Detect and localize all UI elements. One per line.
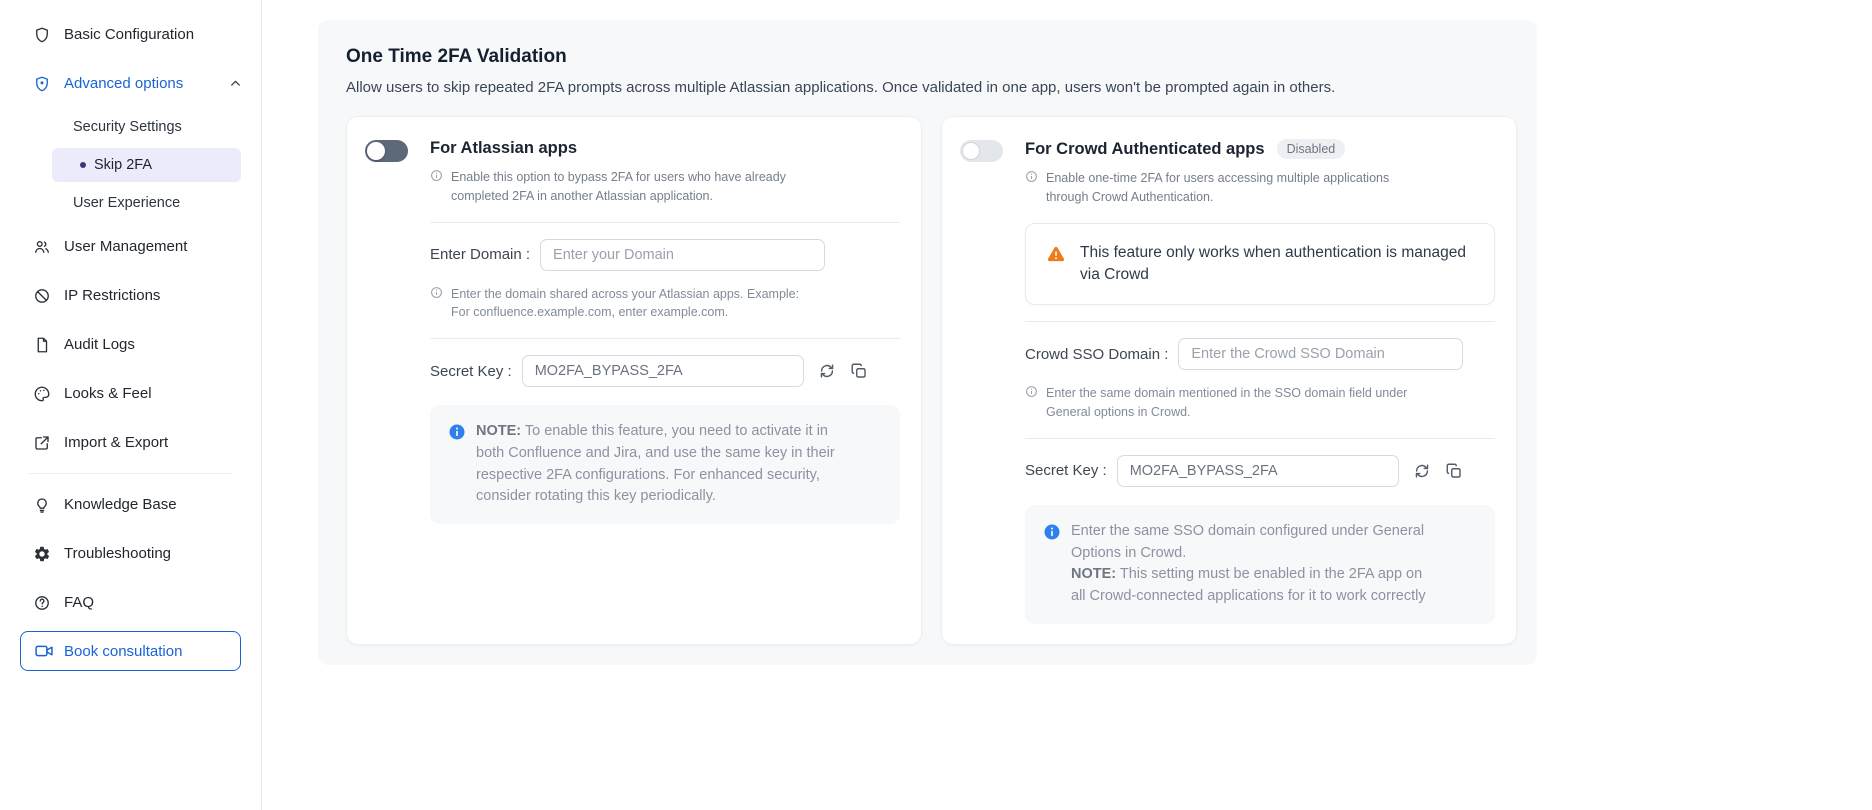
sidebar-item-label: IP Restrictions: [64, 287, 161, 304]
sidebar-item-basic-configuration[interactable]: Basic Configuration: [0, 10, 261, 59]
divider: [430, 338, 900, 339]
sidebar-item-label: Basic Configuration: [64, 26, 195, 43]
sidebar-item-label: User Management: [64, 238, 188, 255]
domain-input[interactable]: [540, 238, 826, 271]
copy-icon[interactable]: [850, 362, 868, 380]
sidebar-item-label: Import & Export: [64, 434, 169, 451]
sidebar-item-troubleshooting[interactable]: Troubleshooting: [0, 529, 261, 578]
toggle-knob: [962, 142, 980, 160]
disabled-badge: Disabled: [1276, 139, 1346, 159]
sidebar-item-label: Looks & Feel: [64, 385, 152, 402]
sidebar-divider: [28, 473, 233, 474]
divider: [430, 221, 900, 223]
ban-icon: [33, 287, 51, 305]
question-circle-icon: [33, 594, 51, 612]
crowd-secret-key-input[interactable]: [1116, 454, 1399, 487]
sidebar-item-label: Knowledge Base: [64, 496, 177, 513]
crowd-card-description: Enable one-time 2FA for users accessing …: [1025, 169, 1495, 207]
sidebar-item-advanced-options[interactable]: Advanced options: [0, 59, 261, 108]
refresh-icon[interactable]: [818, 362, 836, 380]
info-outline-icon: [430, 169, 443, 206]
sidebar-item-label: Audit Logs: [64, 336, 135, 353]
book-consultation-label: Book consultation: [64, 642, 183, 660]
crowd-sso-domain-row: Crowd SSO Domain :: [1025, 338, 1495, 371]
crowd-card-title: For Crowd Authenticated apps Disabled: [1025, 137, 1495, 159]
sidebar-item-skip-2fa[interactable]: Skip 2FA: [52, 148, 241, 182]
atlassian-apps-toggle[interactable]: [365, 140, 408, 162]
info-outline-icon: [430, 286, 443, 323]
atlassian-note-text: NOTE: To enable this feature, you need t…: [476, 423, 835, 505]
toggle-knob: [367, 142, 385, 160]
atlassian-card-body: For Atlassian apps Enable this option to…: [430, 137, 900, 624]
shield-dot-icon: [33, 75, 51, 93]
book-consultation-button[interactable]: Book consultation: [20, 631, 241, 671]
crowd-card-body: For Crowd Authenticated apps Disabled En…: [1025, 137, 1495, 624]
sidebar-item-ip-restrictions[interactable]: IP Restrictions: [0, 271, 261, 320]
sidebar-item-faq[interactable]: FAQ: [0, 578, 261, 627]
page-title: One Time 2FA Validation: [346, 46, 567, 67]
info-outline-icon: [1025, 385, 1038, 422]
secret-key-label: Secret Key :: [430, 362, 512, 380]
copy-icon[interactable]: [1445, 462, 1463, 480]
crowd-note-box: Enter the same SSO domain configured und…: [1025, 504, 1495, 624]
active-bullet-icon: [80, 162, 86, 168]
crowd-apps-card: For Crowd Authenticated apps Disabled En…: [941, 116, 1517, 645]
divider: [1025, 437, 1495, 439]
gear-icon: [33, 545, 51, 563]
domain-label: Enter Domain :: [430, 246, 531, 263]
video-camera-icon: [34, 641, 54, 661]
info-filled-icon: [448, 423, 466, 508]
sidebar-item-label: Advanced options: [64, 75, 184, 92]
import-export-icon: [33, 434, 51, 452]
crowd-secret-key-row: Secret Key :: [1025, 454, 1495, 487]
secret-key-label: Secret Key :: [1025, 462, 1107, 480]
crowd-sso-domain-input[interactable]: [1178, 338, 1464, 371]
crowd-sso-domain-label: Crowd SSO Domain :: [1025, 345, 1169, 363]
secret-key-row: Secret Key :: [430, 355, 900, 387]
sidebar-item-label: FAQ: [64, 594, 95, 611]
sidebar-item-label: Troubleshooting: [64, 545, 172, 562]
sidebar-item-user-experience[interactable]: User Experience: [0, 184, 261, 222]
page-subtitle: Allow users to skip repeated 2FA prompts…: [346, 79, 1336, 96]
sidebar-item-user-management[interactable]: User Management: [0, 222, 261, 271]
chevron-up-icon[interactable]: [228, 76, 243, 91]
document-icon: [33, 336, 51, 354]
sidebar-item-label: User Experience: [73, 195, 181, 211]
info-filled-icon: [1043, 523, 1061, 608]
info-outline-icon: [1025, 170, 1038, 207]
warning-triangle-icon: [1046, 244, 1066, 287]
refresh-icon[interactable]: [1413, 462, 1431, 480]
atlassian-apps-card: For Atlassian apps Enable this option to…: [346, 116, 922, 645]
crowd-warning-box: This feature only works when authenticat…: [1025, 222, 1495, 306]
secret-key-input[interactable]: [521, 355, 804, 387]
users-icon: [33, 238, 51, 256]
cards-row: For Atlassian apps Enable this option to…: [346, 116, 1517, 645]
shield-icon: [33, 26, 51, 44]
sidebar-item-looks-feel[interactable]: Looks & Feel: [0, 369, 261, 418]
divider: [1025, 321, 1495, 323]
sidebar-item-import-export[interactable]: Import & Export: [0, 418, 261, 467]
sidebar-item-audit-logs[interactable]: Audit Logs: [0, 320, 261, 369]
crowd-apps-toggle[interactable]: [960, 140, 1003, 162]
sidebar-item-label: Skip 2FA: [94, 157, 153, 173]
domain-field-row: Enter Domain :: [430, 238, 900, 271]
atlassian-note-box: NOTE: To enable this feature, you need t…: [430, 405, 900, 524]
crowd-note-text: Enter the same SSO domain configured und…: [1071, 522, 1426, 605]
domain-help: Enter the domain shared across your Atla…: [430, 285, 900, 323]
sidebar: Basic Configuration Advanced options Sec…: [0, 0, 262, 810]
lightbulb-icon: [33, 496, 51, 514]
atlassian-card-title: For Atlassian apps: [430, 139, 578, 157]
sidebar-item-label: Security Settings: [73, 119, 182, 135]
sidebar-item-security-settings[interactable]: Security Settings: [0, 108, 261, 146]
atlassian-card-description: Enable this option to bypass 2FA for use…: [430, 168, 900, 206]
sidebar-item-knowledge-base[interactable]: Knowledge Base: [0, 480, 261, 529]
palette-icon: [33, 385, 51, 403]
main-panel: One Time 2FA Validation Allow users to s…: [318, 20, 1537, 665]
crowd-domain-help: Enter the same domain mentioned in the S…: [1025, 384, 1495, 422]
